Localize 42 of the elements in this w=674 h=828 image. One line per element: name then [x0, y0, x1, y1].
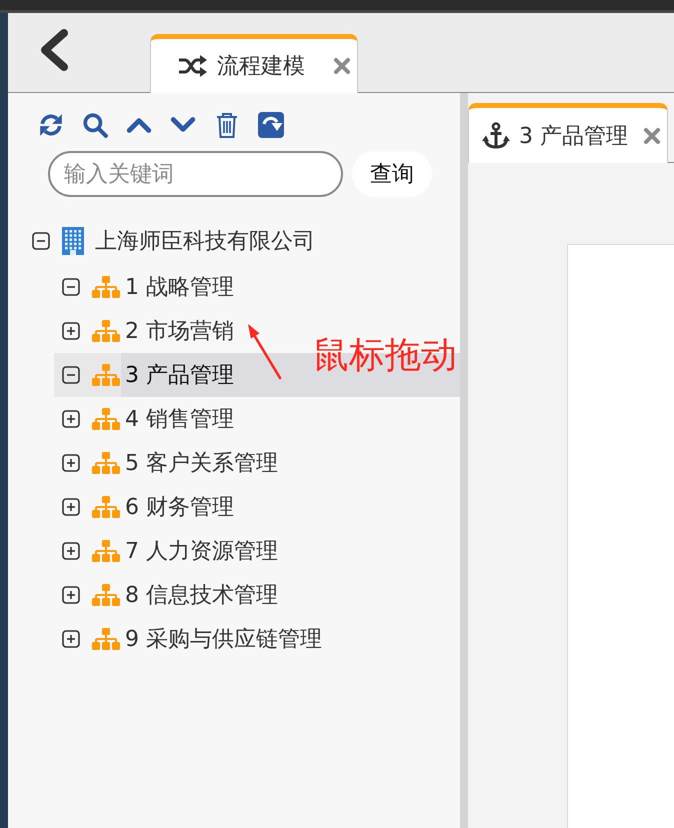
org-chart-icon	[92, 276, 120, 298]
tree-item[interactable]: 6 财务管理	[54, 485, 242, 529]
org-chart-icon	[92, 584, 120, 606]
org-chart-icon	[92, 452, 120, 474]
module-tab[interactable]: 流程建模	[150, 34, 358, 93]
expand-box-icon[interactable]	[62, 454, 80, 472]
circular-arrows-icon[interactable]	[38, 112, 64, 138]
expand-box-icon[interactable]	[62, 498, 80, 516]
building-icon	[62, 227, 84, 255]
close-icon[interactable]	[643, 126, 661, 144]
tree-item[interactable]: 8 信息技术管理	[54, 573, 286, 617]
tree-item[interactable]: 9 采购与供应链管理	[54, 617, 330, 661]
tree-item[interactable]: 2 市场营销	[54, 309, 242, 353]
shuffle-icon	[178, 55, 208, 77]
close-icon[interactable]	[333, 57, 351, 75]
collapse-box-icon[interactable]	[62, 278, 80, 296]
expand-box-icon[interactable]	[62, 322, 80, 340]
curved-arrow-square-icon[interactable]	[258, 112, 284, 138]
expand-box-icon[interactable]	[62, 586, 80, 604]
org-chart-icon	[92, 628, 120, 650]
expand-box-icon[interactable]	[62, 630, 80, 648]
search-icon[interactable]	[82, 112, 108, 138]
org-chart-icon	[92, 408, 120, 430]
expand-box-icon[interactable]	[62, 542, 80, 560]
org-chart-icon	[92, 320, 120, 342]
tree-item[interactable]: 4 销售管理	[54, 397, 242, 441]
trash-icon[interactable]	[214, 112, 240, 138]
tree-item[interactable]: 7 人力资源管理	[54, 529, 286, 573]
tree-item[interactable]: 1 战略管理	[54, 265, 242, 309]
tree-item[interactable]: 5 客户关系管理	[54, 441, 286, 485]
search-button[interactable]: 查询	[352, 151, 432, 197]
expand-box-icon[interactable]	[62, 410, 80, 428]
chevron-left-icon[interactable]	[38, 28, 70, 72]
document-tab[interactable]: 3 产品管理	[468, 103, 668, 163]
org-chart-icon	[92, 496, 120, 518]
tree-item[interactable]: 上海师臣科技有限公司	[24, 219, 323, 263]
org-chart-icon	[92, 540, 120, 562]
collapse-box-icon[interactable]	[62, 366, 80, 384]
org-chart-icon	[92, 364, 120, 386]
anchor-icon	[482, 122, 510, 150]
collapse-box-icon[interactable]	[32, 232, 50, 250]
search-field[interactable]: 输入关键词	[48, 151, 343, 197]
